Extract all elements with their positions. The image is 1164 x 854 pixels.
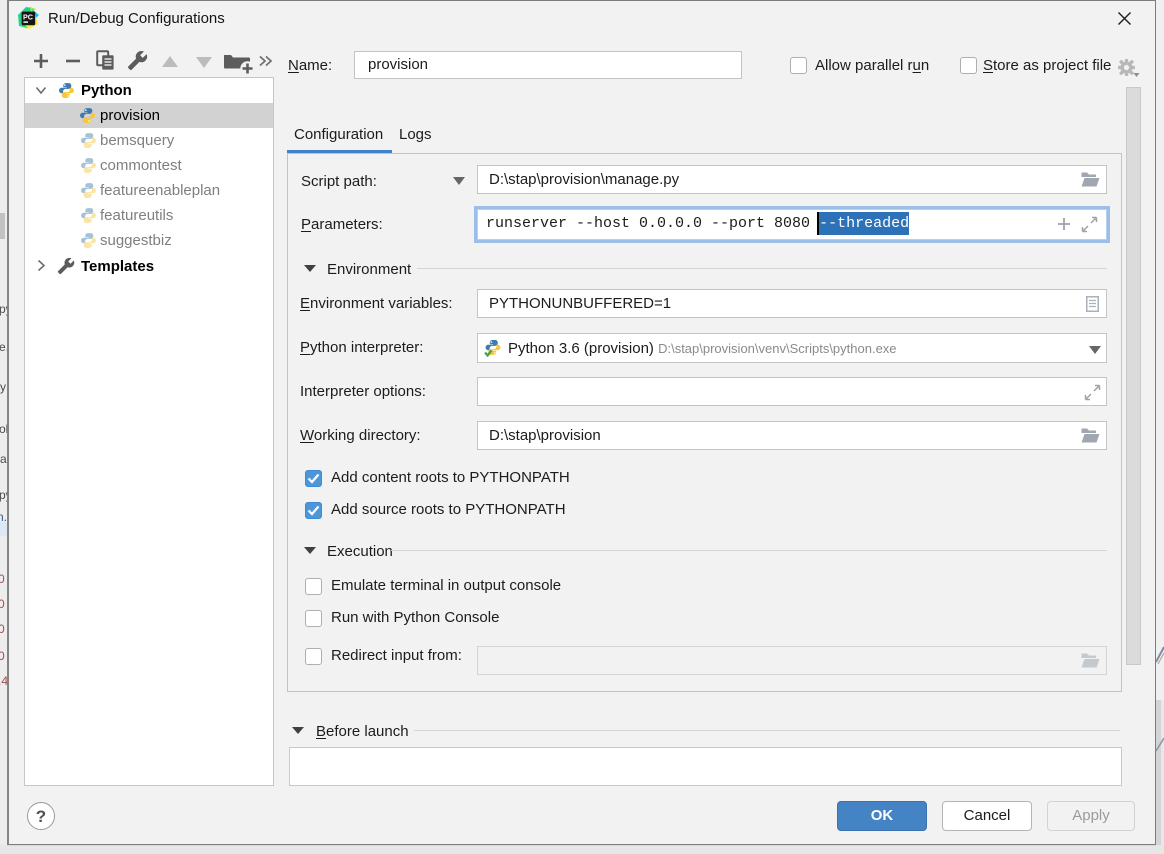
svg-text:PC: PC	[23, 12, 33, 21]
